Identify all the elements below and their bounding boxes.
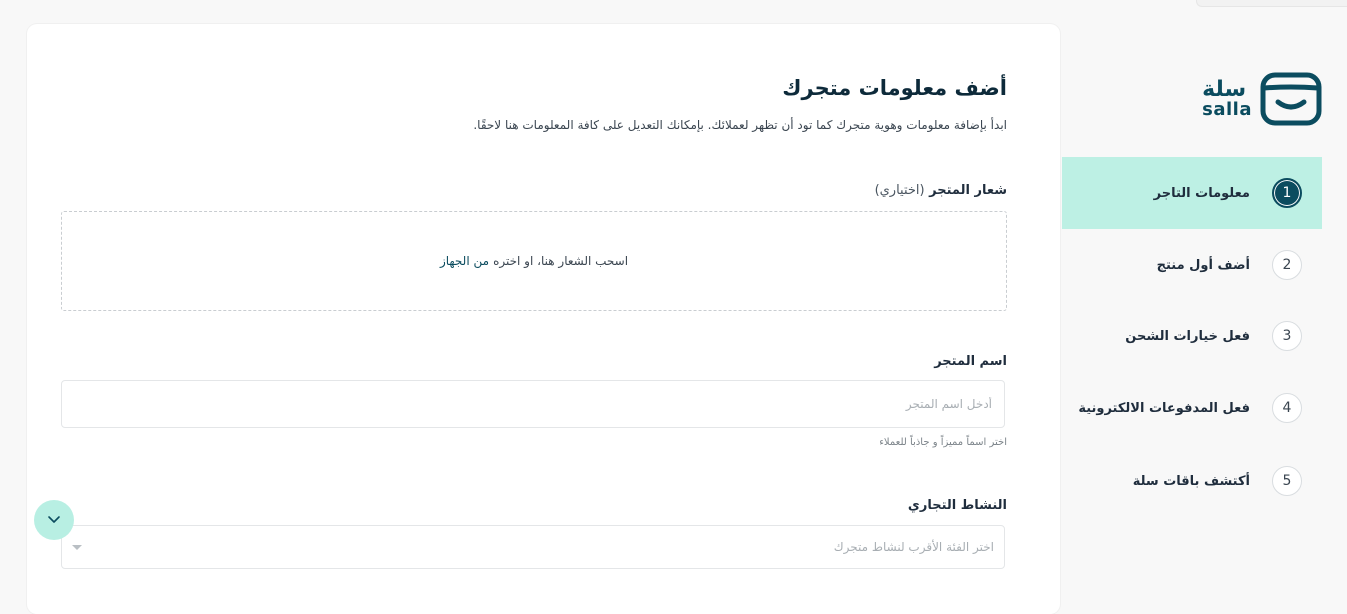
brand-logo: سلة salla [1202, 72, 1322, 126]
logo-dropzone[interactable]: اسحب الشعار هنا، او اختره من الجهاز [61, 211, 1007, 311]
step-label: أكتشف باقات سلة [1132, 473, 1250, 489]
onboarding-sidebar: سلة salla 1 معلومات التاجر 2 أضف أول منت… [1062, 0, 1347, 597]
step-number: 1 [1272, 178, 1302, 208]
brand-text: سلة salla [1202, 79, 1252, 119]
store-name-hint: اختر اسماً مميزاً و جاذباً للعملاء [879, 437, 1007, 448]
scroll-down-button[interactable] [34, 500, 74, 540]
store-name-input[interactable] [61, 380, 1005, 428]
step-add-product[interactable]: 2 أضف أول منتج [1062, 229, 1322, 301]
page-subtitle: ابدأ بإضافة معلومات وهوية متجرك كما تود … [473, 118, 1007, 132]
step-number: 3 [1272, 321, 1302, 351]
step-number: 5 [1272, 466, 1302, 496]
page-title: أضف معلومات متجرك [782, 76, 1007, 100]
step-label: أضف أول منتج [1156, 257, 1250, 273]
business-activity-label: النشاط التجاري [907, 498, 1007, 513]
choose-from-device-link[interactable]: من الجهاز [440, 254, 489, 268]
step-shipping-options[interactable]: 3 فعل خيارات الشحن [1062, 300, 1322, 372]
store-name-label: اسم المتجر [934, 354, 1007, 369]
business-activity-placeholder: اختر الفئة الأقرب لنشاط متجرك [833, 540, 994, 554]
logo-field-label: شعار المتجر (اختياري) [875, 183, 1007, 198]
step-label: معلومات التاجر [1153, 185, 1250, 201]
chevron-down-icon [48, 516, 60, 523]
dropzone-text: اسحب الشعار هنا، او اختره [493, 254, 629, 268]
logo-optional-text: (اختياري) [874, 183, 925, 198]
step-merchant-info[interactable]: 1 معلومات التاجر [1062, 157, 1322, 229]
step-number: 4 [1272, 393, 1302, 423]
brand-name-en: salla [1202, 99, 1252, 120]
step-label: فعل خيارات الشحن [1125, 328, 1250, 344]
store-info-card: أضف معلومات متجرك ابدأ بإضافة معلومات وه… [27, 24, 1060, 614]
salla-bag-icon [1260, 72, 1322, 126]
step-number: 2 [1272, 250, 1302, 280]
step-label: فعل المدفوعات الالكترونية [1078, 400, 1250, 416]
step-salla-plans[interactable]: 5 أكتشف باقات سلة [1062, 445, 1322, 517]
logo-label-text: شعار المتجر [929, 183, 1007, 198]
step-electronic-payments[interactable]: 4 فعل المدفوعات الالكترونية [1062, 372, 1322, 444]
business-activity-select[interactable]: اختر الفئة الأقرب لنشاط متجرك [61, 525, 1005, 569]
caret-down-icon [72, 544, 82, 550]
brand-name-ar: سلة [1202, 77, 1247, 102]
